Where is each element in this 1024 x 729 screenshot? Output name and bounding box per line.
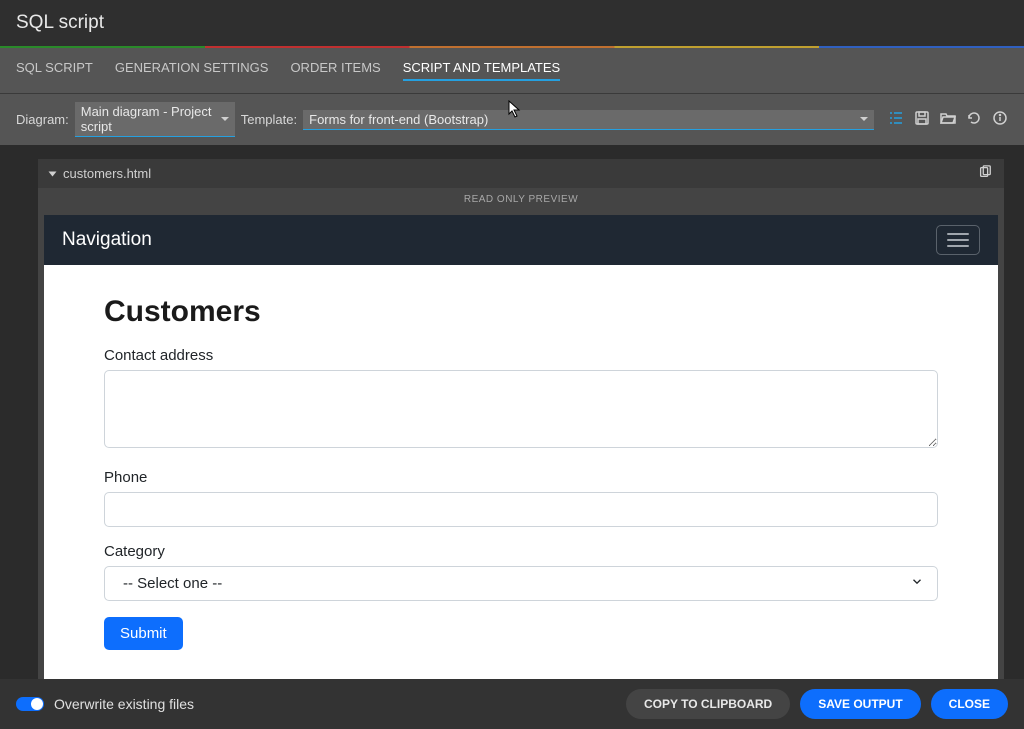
close-button[interactable]: CLOSE xyxy=(931,689,1008,719)
copy-to-clipboard-button[interactable]: COPY TO CLIPBOARD xyxy=(626,689,790,719)
template-value: Forms for front-end (Bootstrap) xyxy=(309,112,488,127)
file-header[interactable]: customers.html xyxy=(38,159,1004,188)
navbar-brand: Navigation xyxy=(62,229,152,251)
refresh-icon[interactable] xyxy=(966,110,982,129)
info-icon[interactable] xyxy=(992,110,1008,129)
contact-address-input[interactable] xyxy=(104,370,938,448)
html-preview: Navigation Customers Contact address Pho… xyxy=(44,215,998,680)
diagram-value: Main diagram - Project script xyxy=(81,104,215,134)
overwrite-label: Overwrite existing files xyxy=(54,696,194,712)
diagram-dropdown[interactable]: Main diagram - Project script xyxy=(75,102,235,137)
copy-icon[interactable] xyxy=(978,165,992,182)
list-icon[interactable] xyxy=(888,110,904,129)
tab-bar: SQL SCRIPT GENERATION SETTINGS ORDER ITE… xyxy=(0,48,1024,94)
readonly-banner: READ ONLY PREVIEW xyxy=(38,188,1004,211)
title-bar: SQL script xyxy=(0,0,1024,46)
category-select[interactable] xyxy=(104,566,938,601)
template-dropdown[interactable]: Forms for front-end (Bootstrap) xyxy=(303,110,874,130)
caret-down-icon xyxy=(860,117,868,121)
category-label: Category xyxy=(104,543,938,560)
file-name: customers.html xyxy=(63,166,151,181)
hamburger-icon[interactable] xyxy=(936,225,980,255)
content-area: customers.html READ ONLY PREVIEW Navigat… xyxy=(0,147,1024,699)
footer: Overwrite existing files COPY TO CLIPBOA… xyxy=(0,679,1024,729)
tab-script-and-templates[interactable]: SCRIPT AND TEMPLATES xyxy=(403,60,561,81)
toolbar-icons xyxy=(888,110,1008,129)
caret-down-icon xyxy=(221,117,229,121)
diagram-label: Diagram: xyxy=(16,112,69,127)
phone-label: Phone xyxy=(104,469,938,486)
folder-open-icon[interactable] xyxy=(940,110,956,129)
contact-address-label: Contact address xyxy=(104,347,938,364)
chevron-down-icon xyxy=(49,171,57,176)
tab-generation-settings[interactable]: GENERATION SETTINGS xyxy=(115,60,269,81)
toolbar: Diagram: Main diagram - Project script T… xyxy=(0,94,1024,145)
submit-button[interactable]: Submit xyxy=(104,617,183,650)
tab-sql-script[interactable]: SQL SCRIPT xyxy=(16,60,93,81)
template-label: Template: xyxy=(241,112,297,127)
preview-wrapper: Navigation Customers Contact address Pho… xyxy=(38,211,1004,680)
window-title: SQL script xyxy=(16,12,1008,34)
preview-navbar: Navigation xyxy=(44,215,998,265)
save-icon[interactable] xyxy=(914,110,930,129)
overwrite-toggle[interactable] xyxy=(16,697,44,711)
phone-input[interactable] xyxy=(104,492,938,527)
form-heading: Customers xyxy=(104,295,938,329)
save-output-button[interactable]: SAVE OUTPUT xyxy=(800,689,920,719)
form-body: Customers Contact address Phone Category xyxy=(44,265,998,680)
tab-order-items[interactable]: ORDER ITEMS xyxy=(290,60,380,81)
